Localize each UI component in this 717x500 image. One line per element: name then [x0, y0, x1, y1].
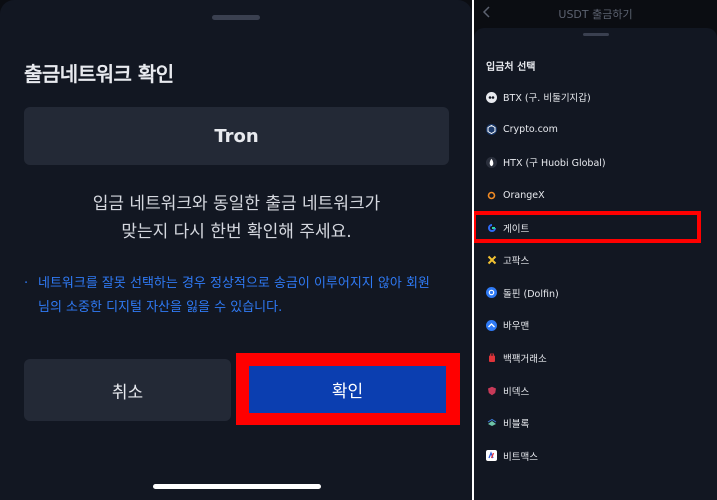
- warning-bullet: ·: [24, 276, 29, 291]
- withdraw-screen: USDT 출금하기 입금처 선택 BTX (구. 비둘기지갑) Crypto.c…: [474, 0, 717, 500]
- exchange-item[interactable]: OrangeX: [474, 179, 717, 212]
- confirm-message: 입금 네트워크와 동일한 출금 네트워크가 맞는지 다시 한번 확인해 주세요.: [24, 190, 449, 246]
- exchange-list: BTX (구. 비둘기지갑) Crypto.com HTX (구 Huobi G…: [474, 81, 717, 472]
- warning-notice: · 네트워크를 잘못 선택하는 경우 정상적으로 송금이 이루어지지 않아 회원…: [24, 272, 434, 320]
- cancel-button[interactable]: 취소: [24, 359, 231, 421]
- exchange-item[interactable]: 비블록: [474, 407, 717, 440]
- cryptocom-icon: [486, 124, 497, 136]
- htx-icon: [486, 156, 497, 168]
- network-name: Tron: [214, 125, 259, 147]
- exchange-label: 고팍스: [503, 256, 530, 268]
- exchange-item[interactable]: HTX (구 Huobi Global): [474, 146, 717, 179]
- bauman-icon: [486, 319, 497, 331]
- exchange-label: Crypto.com: [503, 124, 558, 136]
- dialog-title: 출금네트워크 확인: [24, 62, 174, 86]
- dolfin-icon: [486, 287, 497, 299]
- exchange-item[interactable]: BTX (구. 비둘기지갑): [474, 81, 717, 114]
- exchange-label: HTX (구 Huobi Global): [503, 158, 606, 170]
- exchange-item[interactable]: 고팍스: [474, 244, 717, 277]
- network-display: Tron: [24, 107, 449, 165]
- exchange-label: 비블록: [503, 419, 530, 431]
- exchange-item[interactable]: 비트맥스: [474, 440, 717, 473]
- confirm-button[interactable]: 확인: [249, 366, 446, 413]
- exchange-label: OrangeX: [503, 189, 545, 201]
- confirm-bottom-sheet: 출금네트워크 확인 Tron 입금 네트워크와 동일한 출금 네트워크가 맞는지…: [0, 0, 472, 500]
- exchange-label: 비덱스: [503, 386, 530, 398]
- confirm-message-line1: 입금 네트워크와 동일한 출금 네트워크가: [92, 194, 381, 214]
- exchange-label: BTX (구. 비둘기지갑): [503, 93, 591, 105]
- exchange-item[interactable]: Crypto.com: [474, 114, 717, 147]
- backpack-icon: [486, 353, 497, 364]
- network-confirm-screen: 출금네트워크 확인 Tron 입금 네트워크와 동일한 출금 네트워크가 맞는지…: [0, 0, 472, 500]
- exchange-label: 돌핀 (Dolfin): [503, 288, 559, 300]
- exchange-item[interactable]: 비덱스: [474, 374, 717, 407]
- home-indicator: [153, 484, 321, 489]
- sheet-grabber[interactable]: [212, 15, 260, 20]
- warning-text: 네트워크를 잘못 선택하는 경우 정상적으로 송금이 이루어지지 않아 회원님의…: [38, 276, 430, 315]
- section-heading: 입금처 선택: [486, 62, 536, 73]
- orangex-icon: [486, 190, 497, 201]
- top-bar: USDT 출금하기: [474, 0, 717, 28]
- confirm-message-line2: 맞는지 다시 한번 확인해 주세요.: [121, 222, 352, 242]
- gopax-icon: [486, 255, 497, 266]
- btx-icon: [486, 91, 497, 103]
- exchange-label: 바우맨: [503, 321, 530, 333]
- exchange-label: 백팩거래소: [503, 354, 547, 366]
- header-title: USDT 출금하기: [558, 8, 633, 21]
- bitmax-icon: [486, 450, 497, 462]
- sheet-grabber[interactable]: [583, 33, 609, 36]
- exchange-item[interactable]: 바우맨: [474, 309, 717, 342]
- biblock-icon: [486, 418, 497, 429]
- destination-bottom-sheet: 입금처 선택 BTX (구. 비둘기지갑) Crypto.com HTX (구 …: [474, 28, 717, 500]
- exchange-item[interactable]: 돌핀 (Dolfin): [474, 277, 717, 310]
- selection-highlight-box: [474, 211, 701, 243]
- exchange-label: 비트맥스: [503, 451, 538, 463]
- bidex-icon: [486, 385, 497, 396]
- exchange-item[interactable]: 백팩거래소: [474, 342, 717, 375]
